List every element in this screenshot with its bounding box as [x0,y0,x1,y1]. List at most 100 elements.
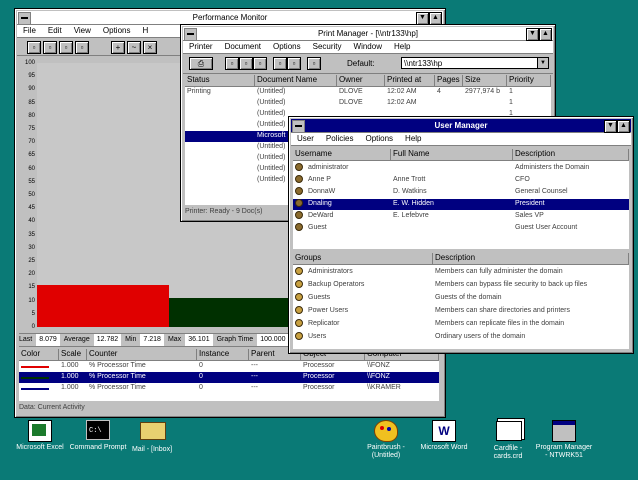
col-color[interactable]: Color [19,349,59,360]
col-groups[interactable]: Groups [293,253,433,264]
cell-full-name: Anne Trott [393,176,426,183]
system-menu-icon[interactable] [18,12,31,25]
desktop-icon-cardfile[interactable]: Cardfile - cards.crd [478,420,538,461]
maximize-icon[interactable]: ▲ [617,120,630,133]
table-row[interactable]: 1.000 % Processor Time 0 --- Processor \\FONZ [19,372,439,383]
default-printer-select[interactable]: \\ntr133\hp ▼ [401,57,549,69]
user-manager-window[interactable]: User Manager ▼ ▲ User Policies Options H… [288,116,634,354]
list-item[interactable]: Administrators Members can fully administ… [293,267,629,279]
list-item[interactable]: Replicator Members can replicate files in… [293,319,629,331]
y-tick-label: 75 [28,126,35,132]
list-item[interactable]: Backup Operators Members can bypass file … [293,280,629,292]
system-menu-icon[interactable] [292,120,305,133]
col-counter[interactable]: Counter [87,349,197,360]
table-row[interactable]: 1.000 % Processor Time 0 --- Processor \\KRAM… [19,383,439,394]
menu-options[interactable]: Options [359,133,399,145]
paintbrush-icon [374,420,398,442]
desktop-icon-word[interactable]: W Microsoft Word [414,420,474,452]
desktop-icon-paintbrush[interactable]: Paintbrush - (Untitled) [356,420,416,460]
counter-table: 1.000 % Processor Time 0 --- Processor \\FONZ… [19,361,439,401]
add-counter-icon[interactable]: + [111,41,125,54]
printer-icon[interactable]: ⎙ [189,57,213,70]
delete-document-icon[interactable]: ▫ [307,57,321,70]
list-item[interactable]: Dnaling E. W. Hidden President [293,199,629,210]
y-tick-label: 45 [28,205,35,212]
desktop-icon-excel[interactable]: Microsoft Excel [10,420,70,452]
maximize-icon[interactable]: ▲ [539,28,552,41]
list-item[interactable]: DeWard E. Lefebvre Sales VP [293,211,629,222]
list-item[interactable]: Users Ordinary users of the domain [293,332,629,344]
col-printed-at[interactable]: Printed at [385,75,435,86]
col-username[interactable]: Username [293,149,391,160]
desktop-icon-command-prompt[interactable]: C:\ Command Prompt [68,420,128,452]
col-priority[interactable]: Priority [507,75,551,86]
properties-icon[interactable]: ▫ [253,57,267,70]
pause-icon[interactable]: ▫ [273,57,287,70]
user-icon [295,175,303,184]
y-tick-label: 0 [31,324,35,330]
alert-view-icon[interactable]: ▫ [43,41,57,54]
col-document-name[interactable]: Document Name [255,75,337,86]
chart-view-icon[interactable]: ▫ [27,41,41,54]
average-value: 12.782 [93,334,122,346]
col-group-description[interactable]: Description [433,253,629,264]
col-status[interactable]: Status [185,75,255,86]
resume-icon[interactable]: ▫ [287,57,301,70]
table-row[interactable]: (Untitled) DLOVE 12:02 AM 1 [185,98,551,109]
group-icon [295,293,303,302]
remove-printer-icon[interactable]: ▫ [239,57,253,70]
cell-full-name [391,163,513,174]
list-item[interactable]: DonnaW D. Watkins General Counsel [293,187,629,198]
y-tick-label: 10 [28,297,35,304]
menu-security[interactable]: Security [307,41,348,53]
delete-counter-icon[interactable]: × [143,41,157,54]
list-item[interactable]: Guest Guest User Account [293,223,629,234]
col-scale[interactable]: Scale [59,349,87,360]
minimize-icon[interactable]: ▼ [604,120,617,133]
list-item[interactable]: Guests Guests of the domain [293,293,629,305]
col-size[interactable]: Size [463,75,507,86]
menu-printer[interactable]: Printer [183,41,219,53]
col-full-name[interactable]: Full Name [391,149,513,160]
col-pages[interactable]: Pages [435,75,463,86]
menu-policies[interactable]: Policies [320,133,360,145]
list-item[interactable]: Anne P Anne Trott CFO [293,175,629,186]
table-row[interactable]: 1.000 % Processor Time 0 --- Processor \\FONZ [19,361,439,372]
menu-file[interactable]: File [17,25,42,37]
log-view-icon[interactable]: ▫ [59,41,73,54]
system-menu-icon[interactable] [184,28,197,41]
cell-pages: 4 [437,88,441,95]
cell-username: DeWard [293,211,391,222]
col-description[interactable]: Description [513,149,629,160]
edit-counter-icon[interactable]: ~ [127,41,141,54]
status-text: Data: Current Activity [19,404,85,411]
col-instance[interactable]: Instance [197,349,249,360]
col-owner[interactable]: Owner [337,75,385,86]
list-item[interactable]: administrator Administers the Domain [293,163,629,174]
menu-window[interactable]: Window [348,41,388,53]
print-manager-titlebar[interactable]: Print Manager - [\\ntr133\hp] ▼ ▲ [183,27,553,41]
histogram-bar [169,297,301,327]
menu-edit[interactable]: Edit [42,25,68,37]
desktop-icon-program-manager[interactable]: Program Manager - NTWRK51 [534,420,594,460]
window-title: Print Manager - [\\ntr133\hp] [317,29,419,38]
menu-options[interactable]: Options [267,41,307,53]
menu-options[interactable]: Options [97,25,137,37]
menu-view[interactable]: View [68,25,97,37]
minimize-icon[interactable]: ▼ [526,28,539,41]
menu-help[interactable]: H [136,25,154,37]
performance-monitor-titlebar[interactable]: Performance Monitor ▼ ▲ [17,11,443,25]
y-tick-label: 85 [28,99,35,106]
chevron-down-icon[interactable]: ▼ [537,58,548,68]
table-row[interactable]: Printing (Untitled) DLOVE 12:02 AM 4 2977,974… [185,87,551,98]
report-view-icon[interactable]: ▫ [75,41,89,54]
menu-user[interactable]: User [291,133,320,145]
cell-status [185,109,255,120]
menu-document[interactable]: Document [219,41,267,53]
connect-printer-icon[interactable]: ▫ [225,57,239,70]
menu-help[interactable]: Help [388,41,416,53]
user-manager-titlebar[interactable]: User Manager ▼ ▲ [291,119,631,133]
list-item[interactable]: Power Users Members can share directories… [293,306,629,318]
desktop-icon-mail[interactable]: Mail - [Inbox] [122,420,182,454]
menu-help[interactable]: Help [399,133,427,145]
